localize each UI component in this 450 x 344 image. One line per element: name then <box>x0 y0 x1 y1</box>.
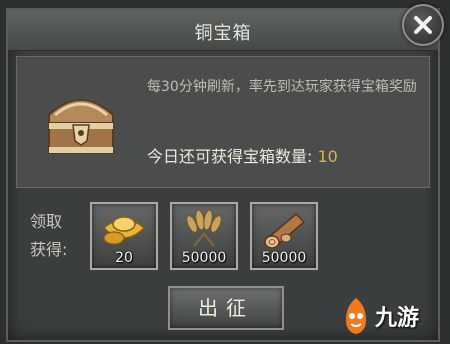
reward-slot-gold[interactable]: 20 <box>90 202 158 270</box>
jiuyou-logo-icon <box>346 298 366 334</box>
reward-qty-wood: 50000 <box>261 250 307 266</box>
reward-qty-wheat: 50000 <box>181 250 227 266</box>
title-bar: 铜宝箱 <box>8 10 438 51</box>
wood-log-icon <box>264 212 306 248</box>
watermark-text: 九游 <box>375 306 420 331</box>
treasure-chest-icon <box>48 99 114 154</box>
reward-slot-wood[interactable]: 50000 <box>250 202 318 270</box>
chest-dialog: 铜宝箱 每30分钟刷新，率先到达玩家获得宝箱奖励 今日还可获得宝箱数量: 10 … <box>6 8 440 342</box>
close-icon <box>414 16 432 34</box>
chest-info-box: 每30分钟刷新，率先到达玩家获得宝箱奖励 今日还可获得宝箱数量: 10 <box>16 56 430 188</box>
reward-slot-wheat[interactable]: 50000 <box>170 202 238 270</box>
chest-count-label: 今日还可获得宝箱数量: <box>147 147 313 166</box>
chest-count-row: 今日还可获得宝箱数量: 10 <box>147 143 338 167</box>
chest-description: 每30分钟刷新，率先到达玩家获得宝箱奖励 <box>147 79 417 95</box>
chest-count-value: 10 <box>317 147 338 166</box>
dialog-title: 铜宝箱 <box>194 23 252 44</box>
reward-label-line1: 领取 <box>30 212 63 231</box>
gold-ingot-icon <box>102 216 146 245</box>
reward-qty-gold: 20 <box>115 250 133 266</box>
wheat-icon <box>186 209 222 247</box>
close-button[interactable] <box>402 4 444 46</box>
reward-label-line2: 获得: <box>30 240 68 259</box>
march-button[interactable]: 出征 <box>168 286 284 330</box>
